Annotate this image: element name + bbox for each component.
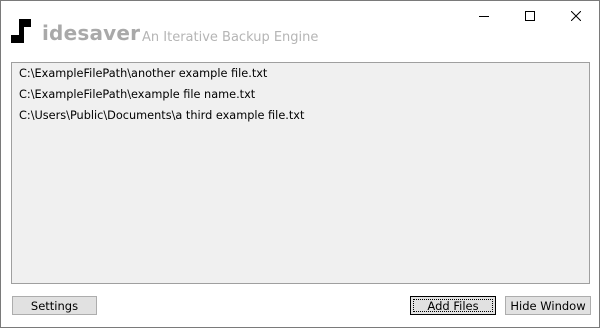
hide-window-button[interactable]: Hide Window xyxy=(505,296,591,315)
file-list-item[interactable]: C:\Users\Public\Documents\a third exampl… xyxy=(12,106,589,126)
maximize-icon xyxy=(525,11,535,21)
settings-button[interactable]: Settings xyxy=(12,296,97,315)
file-list[interactable]: C:\ExampleFilePath\another example file.… xyxy=(11,62,590,284)
close-icon xyxy=(571,11,581,21)
app-logo-icon xyxy=(11,19,31,43)
window-controls xyxy=(461,1,599,31)
minimize-icon xyxy=(479,16,489,17)
file-list-item[interactable]: C:\ExampleFilePath\example file name.txt xyxy=(12,85,589,105)
add-files-button[interactable]: Add Files xyxy=(410,296,496,315)
file-list-item[interactable]: C:\ExampleFilePath\another example file.… xyxy=(12,64,589,84)
maximize-button[interactable] xyxy=(507,1,553,31)
close-button[interactable] xyxy=(553,1,599,31)
app-subtitle: An Iterative Backup Engine xyxy=(142,30,319,45)
minimize-button[interactable] xyxy=(461,1,507,31)
app-window: idesaver An Iterative Backup Engine C:\E… xyxy=(0,0,600,328)
app-brand-name: idesaver xyxy=(42,21,141,45)
